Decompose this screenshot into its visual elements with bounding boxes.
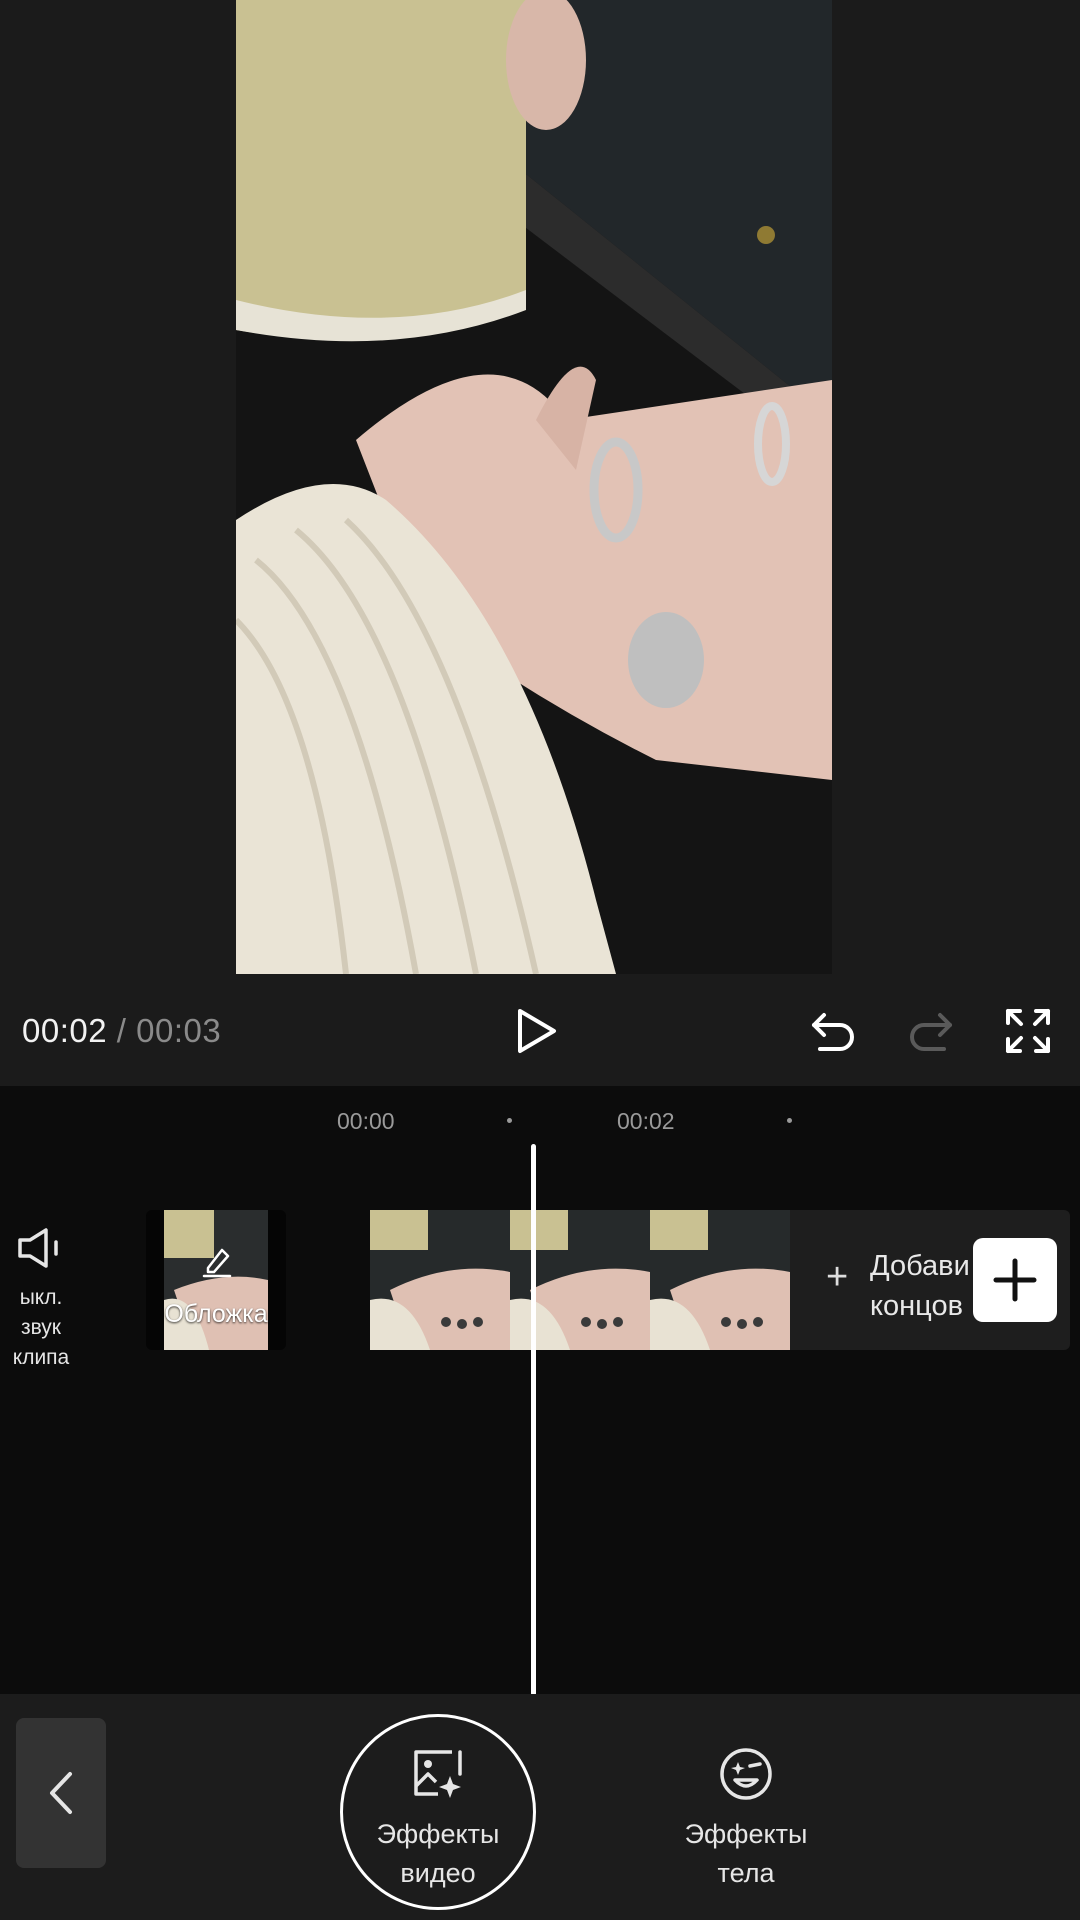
play-button[interactable] <box>505 1000 567 1062</box>
tool-video-effects[interactable]: Эффекты видео <box>338 1744 538 1893</box>
speaker-mute-icon <box>18 1228 58 1268</box>
ruler-label: 00:02 <box>617 1108 675 1134</box>
tool-body-effects[interactable]: Эффекты тела <box>646 1744 846 1893</box>
image-sparkle-icon <box>414 1750 462 1798</box>
add-ending-label: Добави концов <box>870 1250 970 1322</box>
chevron-left-icon <box>50 1772 72 1814</box>
cover-thumbnail <box>164 1210 268 1350</box>
fullscreen-button[interactable] <box>997 1000 1059 1062</box>
mute-clip-label: ыкл. звук клипа <box>12 1286 70 1369</box>
play-icon <box>518 1009 556 1053</box>
ruler-tick <box>507 1118 512 1123</box>
clip-frame-thumbnail <box>650 1210 790 1350</box>
video-frame-image <box>236 0 832 974</box>
video-preview[interactable] <box>236 0 832 974</box>
clip-frame <box>650 1210 790 1350</box>
undo-icon <box>812 1013 854 1051</box>
player-controls: 00:02 / 00:03 <box>0 990 1080 1072</box>
edit-pencil-icon <box>202 1248 232 1278</box>
fullscreen-icon <box>1006 1009 1050 1053</box>
bottom-toolbar: Эффекты видео Эффекты тела <box>0 1694 1080 1920</box>
cover-label: Обложка <box>164 1300 268 1328</box>
redo-button[interactable] <box>900 1000 962 1062</box>
total-time: 00:03 <box>136 1012 222 1049</box>
undo-button[interactable] <box>802 1000 864 1062</box>
ruler-tick <box>787 1118 792 1123</box>
time-separator: / <box>116 1012 127 1049</box>
cover-button[interactable]: Обложка <box>146 1210 286 1350</box>
video-clip[interactable] <box>370 1210 790 1350</box>
editor-preview-area: 00:02 / 00:03 <box>0 0 1080 1086</box>
clip-frame-thumbnail <box>370 1210 510 1350</box>
time-display: 00:02 / 00:03 <box>22 990 221 1072</box>
current-time: 00:02 <box>22 1012 108 1049</box>
redo-icon <box>910 1013 952 1051</box>
plus-icon <box>993 1258 1037 1302</box>
tool-body-effects-label: Эффекты тела <box>684 1819 808 1888</box>
ruler-label: 00:00 <box>337 1108 395 1134</box>
playhead[interactable] <box>531 1144 536 1696</box>
mute-clip-button[interactable]: ыкл. звук клипа <box>0 1226 82 1373</box>
back-button[interactable] <box>16 1718 106 1868</box>
add-clip-button[interactable] <box>973 1238 1057 1322</box>
timeline-panel[interactable]: 00:00 00:02 ыкл. звук клипа Обложка + До… <box>0 1086 1080 1694</box>
plus-icon: + <box>826 1256 849 1298</box>
clip-frame <box>370 1210 510 1350</box>
face-star-icon <box>720 1748 772 1800</box>
tool-video-effects-label: Эффекты видео <box>376 1819 500 1888</box>
